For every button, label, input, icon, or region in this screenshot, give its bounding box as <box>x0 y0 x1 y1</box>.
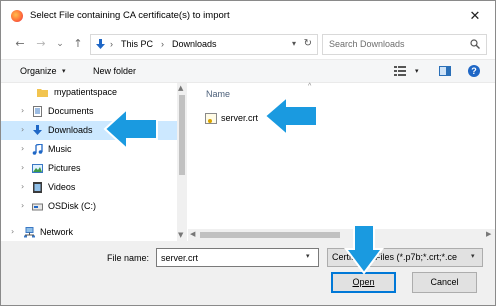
search-icon <box>470 39 480 49</box>
forward-button[interactable]: → <box>34 37 48 51</box>
navigation-bar: ← → ⌄ ↑ › This PC › Downloads ▾ ↻ Search… <box>1 31 495 59</box>
sidebar-item-videos[interactable]: › Videos <box>1 178 177 197</box>
sort-caret-icon: ^ <box>308 83 312 90</box>
file-item-server-crt[interactable]: server.crt <box>202 110 272 127</box>
command-bar: Organize ▾ New folder ▾ ? <box>1 59 495 83</box>
sidebar-item-osdisk[interactable]: › OSDisk (C:) <box>1 197 177 216</box>
sidebar-item-mypatientspace[interactable]: mypatientspace <box>1 83 177 102</box>
recent-locations-button[interactable]: ⌄ <box>53 37 67 51</box>
dialog-footer: File name: ▾ Certificate Files (*.p7b;*.… <box>1 241 495 305</box>
sidebar-item-network[interactable]: › Network <box>1 223 177 241</box>
expand-chevron-icon[interactable]: › <box>21 106 24 115</box>
breadcrumb-separator: › <box>161 39 164 49</box>
network-icon <box>24 227 35 238</box>
new-folder-button[interactable]: New folder <box>93 66 136 76</box>
navigation-pane-scrollbar[interactable]: ▲ ▼ <box>177 83 187 241</box>
expand-chevron-icon[interactable]: › <box>21 182 24 191</box>
search-box[interactable]: Search Downloads <box>322 34 487 55</box>
sidebar-item-label: Downloads <box>48 125 93 135</box>
sidebar-item-label: mypatientspace <box>54 87 118 97</box>
breadcrumb-this-pc[interactable]: This PC <box>121 39 153 49</box>
column-header-name[interactable]: Name <box>206 89 230 99</box>
pointer-arrow-server-crt <box>263 95 318 137</box>
expand-chevron-icon[interactable]: › <box>21 144 24 153</box>
expand-chevron-icon[interactable]: › <box>21 163 24 172</box>
scroll-thumb[interactable] <box>200 232 340 238</box>
pictures-icon <box>32 164 43 173</box>
close-button[interactable]: ✕ <box>461 6 489 28</box>
search-input[interactable]: Search Downloads <box>329 39 405 49</box>
videos-icon <box>33 182 42 193</box>
sidebar-item-label: Documents <box>48 106 94 116</box>
expand-chevron-icon[interactable]: › <box>21 201 24 210</box>
address-bar[interactable]: › This PC › Downloads ▾ ↻ <box>90 34 318 55</box>
scroll-thumb[interactable] <box>179 95 185 175</box>
downloads-icon <box>96 39 105 49</box>
pointer-arrow-downloads <box>103 107 158 151</box>
file-name-dropdown-icon[interactable]: ▾ <box>306 252 310 260</box>
scroll-left-icon[interactable]: ◀ <box>190 230 195 238</box>
scroll-down-icon[interactable]: ▼ <box>178 231 183 239</box>
breadcrumb-downloads[interactable]: Downloads <box>172 39 217 49</box>
dialog-title: Select File containing CA certificate(s)… <box>30 10 230 21</box>
scroll-up-icon[interactable]: ▲ <box>178 84 183 92</box>
pointer-arrow-open <box>344 224 384 275</box>
refresh-icon[interactable]: ↻ <box>304 38 312 49</box>
up-button[interactable]: ↑ <box>71 37 85 51</box>
sidebar-item-label: Network <box>40 227 74 237</box>
breadcrumb-separator: › <box>110 39 113 49</box>
cancel-button[interactable]: Cancel <box>412 272 477 293</box>
drive-icon <box>32 203 43 211</box>
file-name-label: server.crt <box>221 113 259 123</box>
sidebar-item-pictures[interactable]: › Pictures <box>1 159 177 178</box>
scroll-right-icon[interactable]: ▶ <box>486 230 491 238</box>
file-name-label: File name: <box>107 253 150 263</box>
view-options-caret-icon[interactable]: ▾ <box>415 67 419 75</box>
downloads-icon <box>33 125 42 135</box>
open-button[interactable]: Open <box>331 272 396 293</box>
organize-button[interactable]: Organize <box>20 66 57 76</box>
open-button-label: Open <box>352 277 375 287</box>
expand-chevron-icon[interactable]: › <box>21 125 24 134</box>
back-button[interactable]: ← <box>13 37 27 51</box>
title-bar: Select File containing CA certificate(s)… <box>1 1 495 31</box>
organize-caret-icon: ▾ <box>62 68 66 75</box>
expand-chevron-icon[interactable]: › <box>11 227 14 236</box>
sidebar-item-label: Music <box>48 144 72 154</box>
preview-pane-icon[interactable] <box>439 66 451 76</box>
change-view-icon[interactable] <box>394 66 406 76</box>
address-dropdown-icon[interactable]: ▾ <box>292 39 296 48</box>
firefox-icon <box>11 10 23 22</box>
music-icon <box>32 144 43 155</box>
certificate-file-icon <box>205 113 217 124</box>
file-list-scrollbar[interactable]: ◀ ▶ <box>188 229 495 241</box>
sidebar-item-label: OSDisk (C:) <box>48 201 96 211</box>
file-type-dropdown-icon[interactable]: ▾ <box>471 252 475 260</box>
help-icon[interactable]: ? <box>468 65 480 77</box>
folder-icon <box>37 89 48 97</box>
file-list: Name ^ server.crt ◀ ▶ <box>188 83 495 241</box>
sidebar-item-label: Pictures <box>48 163 81 173</box>
sidebar-item-label: Videos <box>48 182 76 192</box>
file-name-input[interactable] <box>156 248 319 267</box>
navigation-pane: mypatientspace › Documents › Downloads › <box>1 83 187 241</box>
file-open-dialog: Select File containing CA certificate(s)… <box>0 0 496 306</box>
documents-icon <box>33 106 42 117</box>
